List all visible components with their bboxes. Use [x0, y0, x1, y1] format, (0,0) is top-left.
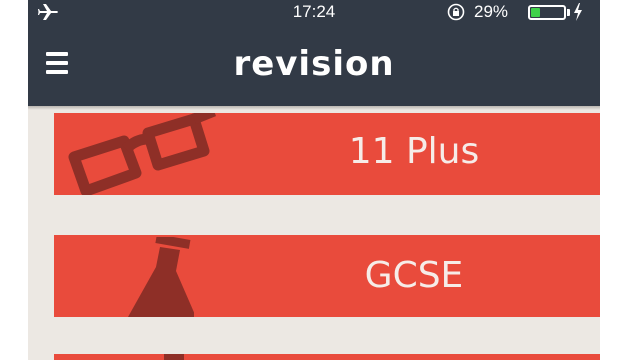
- charging-bolt-icon: [574, 3, 582, 21]
- category-card-partial[interactable]: [54, 354, 600, 360]
- battery-icon: [528, 5, 566, 20]
- nav-shadow: [28, 106, 600, 110]
- status-bar: 17:24 29%: [28, 0, 600, 24]
- category-card-gcse[interactable]: GCSE: [54, 235, 600, 317]
- app-window: 17:24 29% revision 11 Plus GCSE: [28, 0, 600, 360]
- orientation-lock-icon: [447, 3, 465, 21]
- nav-bar: revision: [28, 24, 600, 110]
- app-title: revision: [233, 44, 395, 84]
- glasses-icon: [68, 113, 216, 195]
- battery-cap: [567, 9, 570, 16]
- screen: 17:24 29% revision 11 Plus GCSE: [0, 0, 640, 360]
- unknown-icon: [164, 354, 184, 360]
- battery-percent: 29%: [474, 2, 509, 21]
- status-time: 17:24: [292, 2, 336, 21]
- battery-level-fill: [531, 8, 540, 17]
- category-label: 11 Plus: [348, 131, 480, 172]
- category-label: GCSE: [364, 255, 464, 296]
- flask-icon: [128, 237, 194, 317]
- category-card-11-plus[interactable]: 11 Plus: [54, 113, 600, 195]
